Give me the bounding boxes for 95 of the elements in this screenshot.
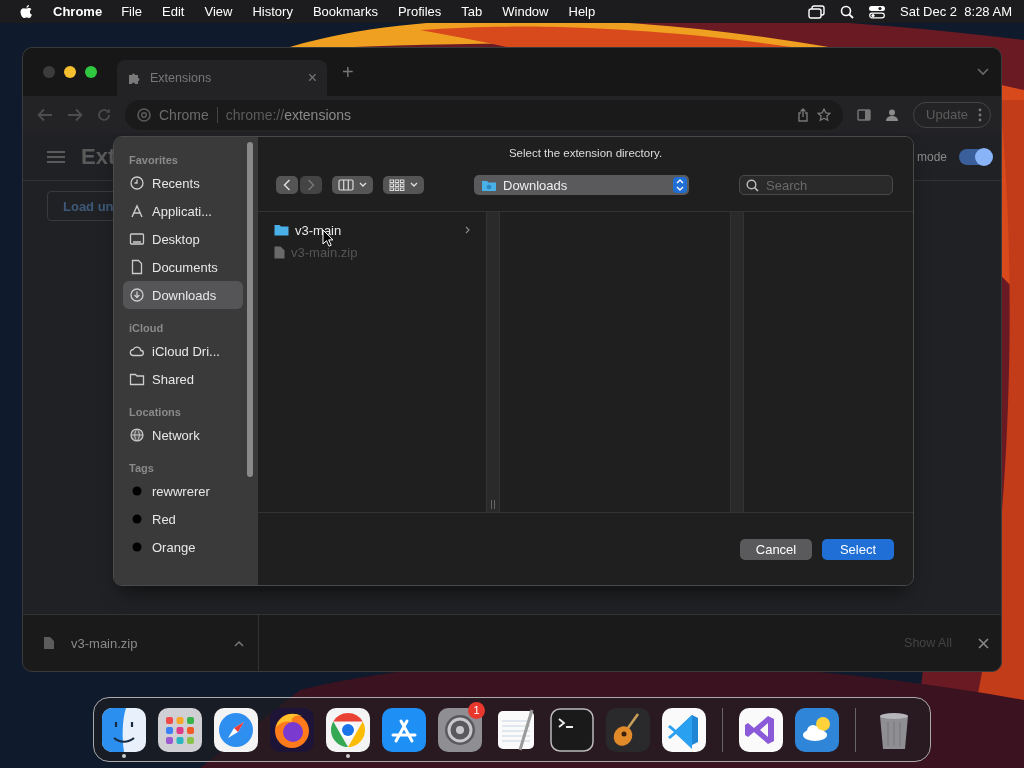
ribbon-logo-app-icon[interactable] xyxy=(662,707,706,752)
menu-item[interactable]: Tab xyxy=(461,4,483,19)
apple-logo-icon[interactable] xyxy=(19,3,33,20)
columns-icon xyxy=(338,179,354,191)
menu-item[interactable]: Window xyxy=(502,4,549,19)
sidebar-item[interactable]: Downloads xyxy=(123,281,243,309)
guitar-app-icon[interactable] xyxy=(606,707,650,752)
download-file-name: v3-main.zip xyxy=(71,635,139,651)
menu-item[interactable]: Edit xyxy=(162,4,185,19)
sidebar-item[interactable]: Shared xyxy=(123,365,243,393)
menu-item[interactable]: History xyxy=(252,4,293,19)
chevron-right-icon xyxy=(465,226,470,234)
chevron-left-icon xyxy=(283,179,291,191)
search-field[interactable]: Search xyxy=(739,175,893,195)
shared-folder-icon xyxy=(129,371,145,387)
share-icon[interactable] xyxy=(797,107,810,122)
ring-logo-app-icon[interactable] xyxy=(326,707,370,752)
compass-app-icon[interactable] xyxy=(214,707,258,752)
search-icon[interactable] xyxy=(840,4,854,19)
sidebar-heading: Tags xyxy=(128,461,155,476)
site-label: Chrome xyxy=(159,106,209,123)
menu-item[interactable]: Help xyxy=(568,4,596,19)
new-tab-button[interactable]: + xyxy=(342,60,354,84)
profile-icon[interactable] xyxy=(885,107,900,122)
monitor-icon xyxy=(129,231,145,247)
apps-icon xyxy=(129,203,145,219)
back-button[interactable] xyxy=(276,176,298,194)
globe-icon xyxy=(129,427,145,443)
group-view-button[interactable] xyxy=(383,176,424,194)
chevron-down-icon[interactable] xyxy=(977,68,989,76)
more-vertical-icon xyxy=(978,107,982,122)
menu-item[interactable]: Profiles xyxy=(397,4,442,19)
sidebar-item[interactable]: iCloud Dri... xyxy=(123,337,243,365)
grid-icon xyxy=(389,179,405,191)
file-icon xyxy=(43,636,55,650)
file-icon xyxy=(274,245,285,259)
tab-close-button[interactable]: × xyxy=(307,69,317,87)
chevron-right-icon xyxy=(307,179,315,191)
search-icon xyxy=(746,179,759,192)
chevron-up-icon[interactable] xyxy=(234,639,244,647)
sidebar-heading: Locations xyxy=(128,405,182,420)
terminal-app-icon[interactable] xyxy=(550,707,594,752)
folder-icon xyxy=(274,224,289,236)
side-panel-icon[interactable] xyxy=(857,108,872,121)
page-title: Ext xyxy=(81,143,116,170)
folder-icon xyxy=(481,178,497,192)
menu-app-name[interactable]: Chrome xyxy=(53,4,103,19)
cloud-icon xyxy=(129,343,145,359)
document-icon xyxy=(129,259,145,275)
sidebar-item[interactable]: Orange xyxy=(123,533,243,561)
pencil-a-app-icon[interactable] xyxy=(382,707,426,752)
sidebar-heading: iCloud xyxy=(128,321,165,336)
download-icon xyxy=(129,287,145,303)
download-item[interactable]: v3-main.zip xyxy=(23,615,259,671)
zoom-window-icon[interactable] xyxy=(85,66,97,78)
developer-mode-label: mode xyxy=(916,149,947,164)
column-resize-icon[interactable] xyxy=(490,500,496,509)
caret-icon xyxy=(410,182,418,188)
clock-icon xyxy=(129,175,145,191)
sidebar-item[interactable]: Desktop xyxy=(123,225,243,253)
puzzle-icon xyxy=(127,71,141,85)
select-button[interactable]: Select xyxy=(822,538,894,560)
browser-logo-icon xyxy=(137,107,151,122)
app-grid-icon[interactable] xyxy=(158,707,202,752)
menu-clock[interactable]: Sat Dec 2 8:28 AM xyxy=(900,4,1012,19)
cloud-sun-app-icon[interactable] xyxy=(795,707,839,752)
sidebar-item[interactable]: Network xyxy=(123,421,243,449)
caret-icon xyxy=(359,182,367,188)
scrollbar[interactable] xyxy=(247,142,253,477)
sidebar-item[interactable]: Red xyxy=(123,505,243,533)
dialog-message: Select the extension directory. xyxy=(508,147,663,159)
menu-item[interactable]: Bookmarks xyxy=(312,4,378,19)
sidebar-item[interactable]: rewwrerer xyxy=(123,477,243,505)
browser-tab[interactable]: Extensions × xyxy=(117,60,327,96)
cancel-button[interactable]: Cancel xyxy=(740,538,812,560)
sidebar-item[interactable]: Documents xyxy=(123,253,243,281)
control-center-icon[interactable] xyxy=(868,4,886,19)
tab-title: Extensions xyxy=(150,71,213,85)
file-row[interactable]: v3-main xyxy=(258,219,486,241)
sidebar-heading: Favorites xyxy=(128,153,179,168)
close-icon[interactable] xyxy=(978,637,989,649)
developer-mode-toggle[interactable] xyxy=(959,148,991,165)
infinity-logo-app-icon[interactable] xyxy=(739,707,783,752)
location-popup[interactable]: Downloads xyxy=(474,175,689,195)
screen-mirroring-icon[interactable] xyxy=(808,4,826,19)
column-view-button[interactable] xyxy=(332,176,373,194)
star-icon[interactable] xyxy=(817,107,832,122)
stepper-icon xyxy=(673,177,687,193)
menu-item[interactable]: File xyxy=(121,4,143,19)
address-bar[interactable]: Chrome chrome://extensions xyxy=(125,99,844,130)
smiley-face-app-icon[interactable] xyxy=(102,707,146,752)
forward-button[interactable] xyxy=(300,176,322,194)
menu-item[interactable]: View xyxy=(204,4,233,19)
url-text: chrome://extensions xyxy=(225,106,352,123)
minimize-window-icon[interactable] xyxy=(64,66,76,78)
